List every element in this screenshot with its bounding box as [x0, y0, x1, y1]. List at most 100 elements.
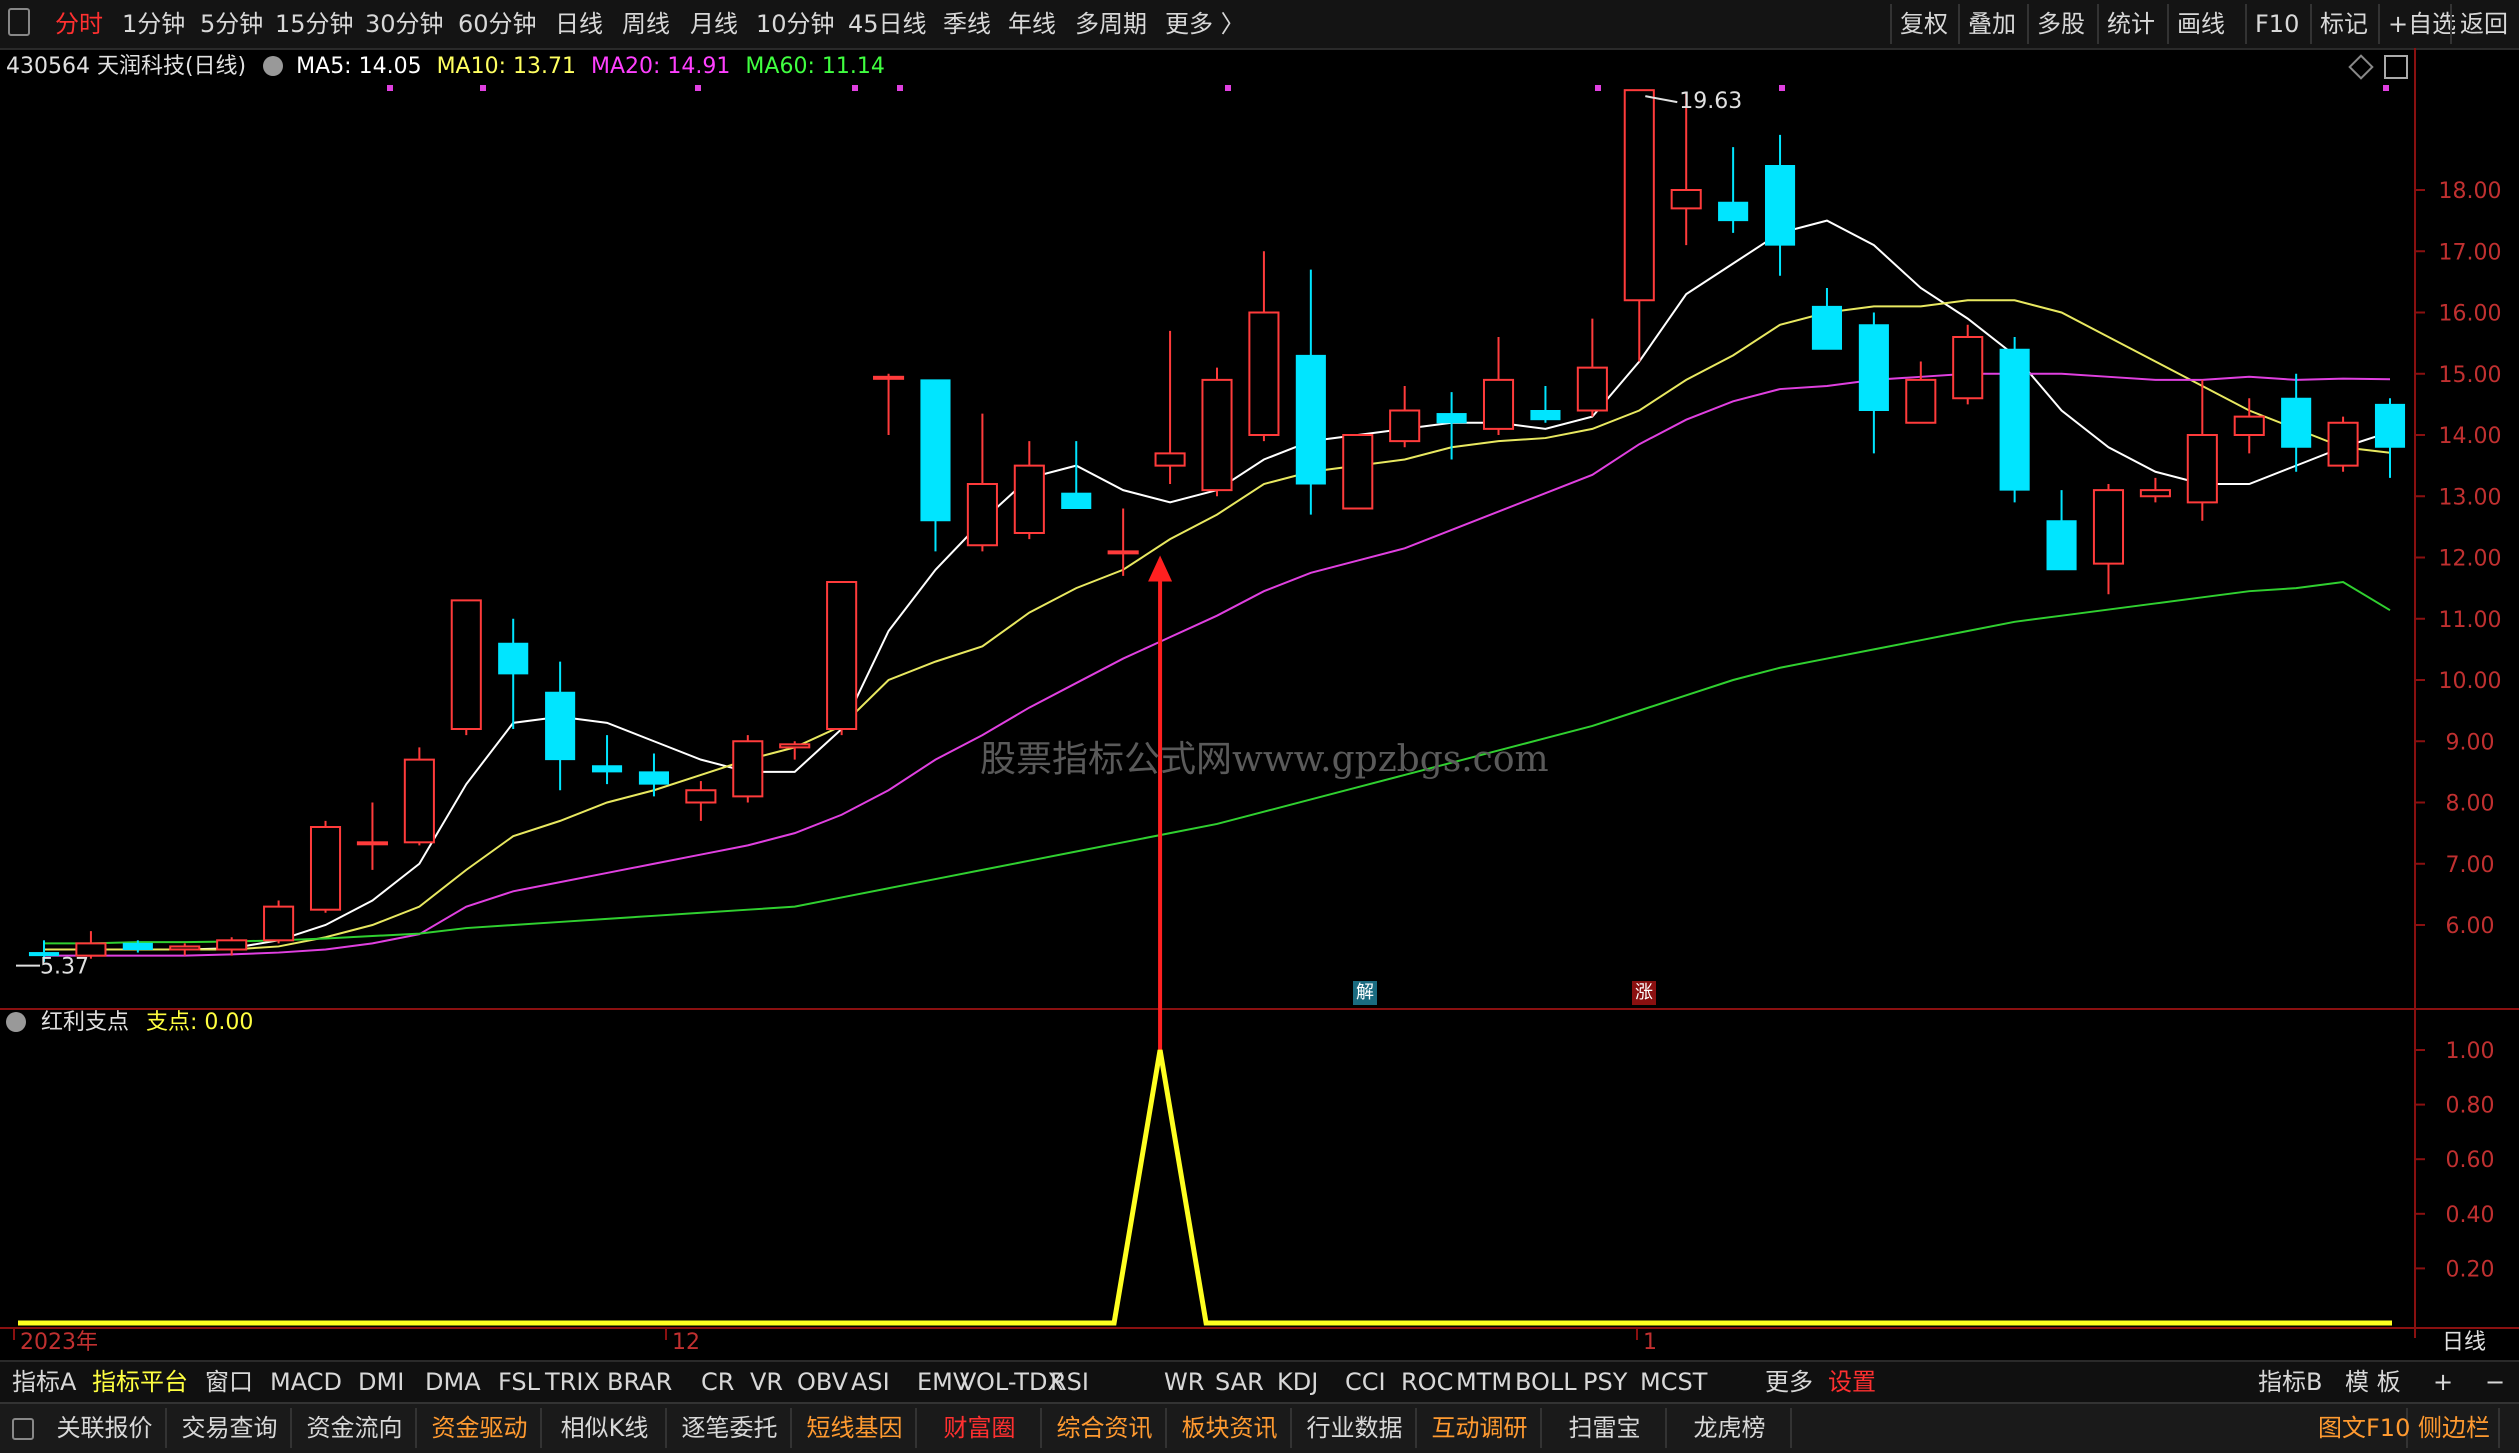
- indicator-tab-7[interactable]: TRIX: [545, 1364, 600, 1400]
- marker-dot: [897, 85, 903, 91]
- bottom-button-12[interactable]: 扫雷宝: [1544, 1408, 1667, 1448]
- indicator-right-button-0[interactable]: 指标B: [2258, 1364, 2322, 1400]
- period-tab-14[interactable]: 更多 〉: [1165, 6, 1245, 42]
- candle-body: [122, 942, 153, 950]
- indicator-tab-3[interactable]: MACD: [270, 1364, 342, 1400]
- indicator-right-button-3[interactable]: −: [2485, 1364, 2505, 1400]
- indicator-tab-22[interactable]: BOLL: [1515, 1364, 1577, 1400]
- bottom-button-7[interactable]: 财富圈: [919, 1408, 1042, 1448]
- bottom-button-9[interactable]: 板块资讯: [1169, 1408, 1292, 1448]
- indicator-tab-18[interactable]: KDJ: [1277, 1364, 1318, 1400]
- indicator-tab-14[interactable]: VOL-TDX: [960, 1364, 1064, 1400]
- time-tick-label: 12: [672, 1330, 700, 1355]
- low-price-label: 5.37: [40, 955, 89, 980]
- top-right-button-8[interactable]: 返回: [2450, 4, 2516, 44]
- bottom-right-button-0[interactable]: 图文F10: [2318, 1408, 2410, 1448]
- candle-body: [309, 826, 342, 911]
- period-tab-3[interactable]: 15分钟: [275, 6, 354, 42]
- signal-arrow-head: [1148, 555, 1173, 582]
- top-right-button-2[interactable]: 多股: [2027, 4, 2093, 44]
- candle-body: [1811, 305, 1843, 350]
- indicator-tab-1[interactable]: 指标平台: [92, 1364, 188, 1400]
- indicator-tab-17[interactable]: SAR: [1215, 1364, 1264, 1400]
- indicator-tab-21[interactable]: MTM: [1456, 1364, 1512, 1400]
- indicator-right-button-1[interactable]: 模 板: [2345, 1364, 2401, 1400]
- period-tab-9[interactable]: 10分钟: [756, 6, 835, 42]
- period-tab-4[interactable]: 30分钟: [365, 6, 444, 42]
- candle-body: [1013, 464, 1045, 534]
- candle-body: [873, 375, 905, 380]
- bottom-button-4[interactable]: 相似K线: [544, 1408, 667, 1448]
- period-tab-8[interactable]: 月线: [690, 6, 738, 42]
- bottom-button-5[interactable]: 逐笔委托: [669, 1408, 792, 1448]
- indicator-tab-26[interactable]: 设置: [1828, 1364, 1876, 1400]
- top-right-button-3[interactable]: 统计: [2097, 4, 2163, 44]
- indicator-tab-15[interactable]: RSI: [1050, 1364, 1089, 1400]
- period-tab-0[interactable]: 分时: [55, 6, 103, 42]
- candle-body: [2327, 421, 2359, 467]
- bottom-button-11[interactable]: 互动调研: [1419, 1408, 1542, 1448]
- candle-body: [1952, 336, 1984, 400]
- price-tick-label: 8.00: [2446, 792, 2495, 817]
- indicator-tab-4[interactable]: DMI: [358, 1364, 404, 1400]
- period-tab-7[interactable]: 周线: [622, 6, 670, 42]
- marker-dot: [1225, 85, 1231, 91]
- period-tab-2[interactable]: 5分钟: [200, 6, 263, 42]
- bottom-button-13[interactable]: 龙虎榜: [1669, 1408, 1792, 1448]
- candle-body: [1342, 434, 1374, 510]
- period-tab-12[interactable]: 年线: [1008, 6, 1056, 42]
- bottom-button-8[interactable]: 综合资讯: [1044, 1408, 1167, 1448]
- candle-body: [356, 841, 388, 846]
- top-right-button-5[interactable]: F10: [2245, 4, 2307, 44]
- time-tick-label: 1: [1643, 1330, 1657, 1355]
- candle-body: [1436, 413, 1467, 424]
- indicator-tab-23[interactable]: PSY: [1583, 1364, 1627, 1400]
- indicator-tab-25[interactable]: 更多: [1765, 1364, 1813, 1400]
- indicator-tab-16[interactable]: WR: [1164, 1364, 1204, 1400]
- candle-body: [1107, 550, 1139, 555]
- bottom-button-2[interactable]: 资金流向: [294, 1408, 417, 1448]
- top-right-button-1[interactable]: 叠加: [1958, 4, 2024, 44]
- indicator-tab-20[interactable]: ROC: [1401, 1364, 1453, 1400]
- indicator-tab-8[interactable]: BRAR: [607, 1364, 672, 1400]
- collapse-icon[interactable]: [12, 1418, 34, 1440]
- indicator-tab-24[interactable]: MCST: [1640, 1364, 1707, 1400]
- indicator-tab-0[interactable]: 指标A: [12, 1364, 76, 1400]
- indicator-tab-6[interactable]: FSL: [498, 1364, 540, 1400]
- bottom-right-button-1[interactable]: 侧边栏: [2410, 1408, 2500, 1448]
- candle-body: [732, 740, 764, 798]
- indicator-tab-10[interactable]: VR: [750, 1364, 783, 1400]
- indicator-tab-2[interactable]: 窗口: [205, 1364, 253, 1400]
- indicator-tab-11[interactable]: OBV: [797, 1364, 848, 1400]
- candle-body: [2374, 403, 2406, 448]
- indicator-tab-12[interactable]: ASI: [851, 1364, 890, 1400]
- top-right-button-4[interactable]: 画线: [2167, 4, 2233, 44]
- candle-body: [591, 765, 623, 773]
- indicator-tab-9[interactable]: CR: [701, 1364, 734, 1400]
- chart-area[interactable]: 18.0017.0016.0015.0014.0013.0012.0011.00…: [0, 48, 2519, 1360]
- bottom-button-3[interactable]: 资金驱动: [419, 1408, 542, 1448]
- marker-dot: [695, 85, 701, 91]
- period-tab-11[interactable]: 季线: [943, 6, 991, 42]
- window-menu-icon[interactable]: [8, 8, 30, 36]
- period-tab-10[interactable]: 45日线: [848, 6, 927, 42]
- candle-body: [1718, 201, 1749, 222]
- bottom-button-0[interactable]: 关联报价: [44, 1408, 167, 1448]
- top-right-button-0[interactable]: 复权: [1890, 4, 1956, 44]
- period-tab-6[interactable]: 日线: [555, 6, 603, 42]
- candle-body: [545, 691, 576, 761]
- indicator-tab-5[interactable]: DMA: [425, 1364, 481, 1400]
- candle-body: [1905, 378, 1937, 424]
- period-tab-5[interactable]: 60分钟: [458, 6, 537, 42]
- bottom-button-6[interactable]: 短线基因: [794, 1408, 917, 1448]
- price-tick-label: 14.00: [2439, 424, 2502, 449]
- period-tab-13[interactable]: 多周期: [1075, 6, 1147, 42]
- bottom-button-10[interactable]: 行业数据: [1294, 1408, 1417, 1448]
- candle-body: [1530, 410, 1561, 421]
- indicator-tab-19[interactable]: CCI: [1345, 1364, 1386, 1400]
- indicator-right-button-2[interactable]: +: [2433, 1364, 2453, 1400]
- bottom-button-1[interactable]: 交易查询: [169, 1408, 292, 1448]
- top-right-button-6[interactable]: 标记: [2310, 4, 2376, 44]
- candle-body: [263, 905, 295, 942]
- period-tab-1[interactable]: 1分钟: [122, 6, 185, 42]
